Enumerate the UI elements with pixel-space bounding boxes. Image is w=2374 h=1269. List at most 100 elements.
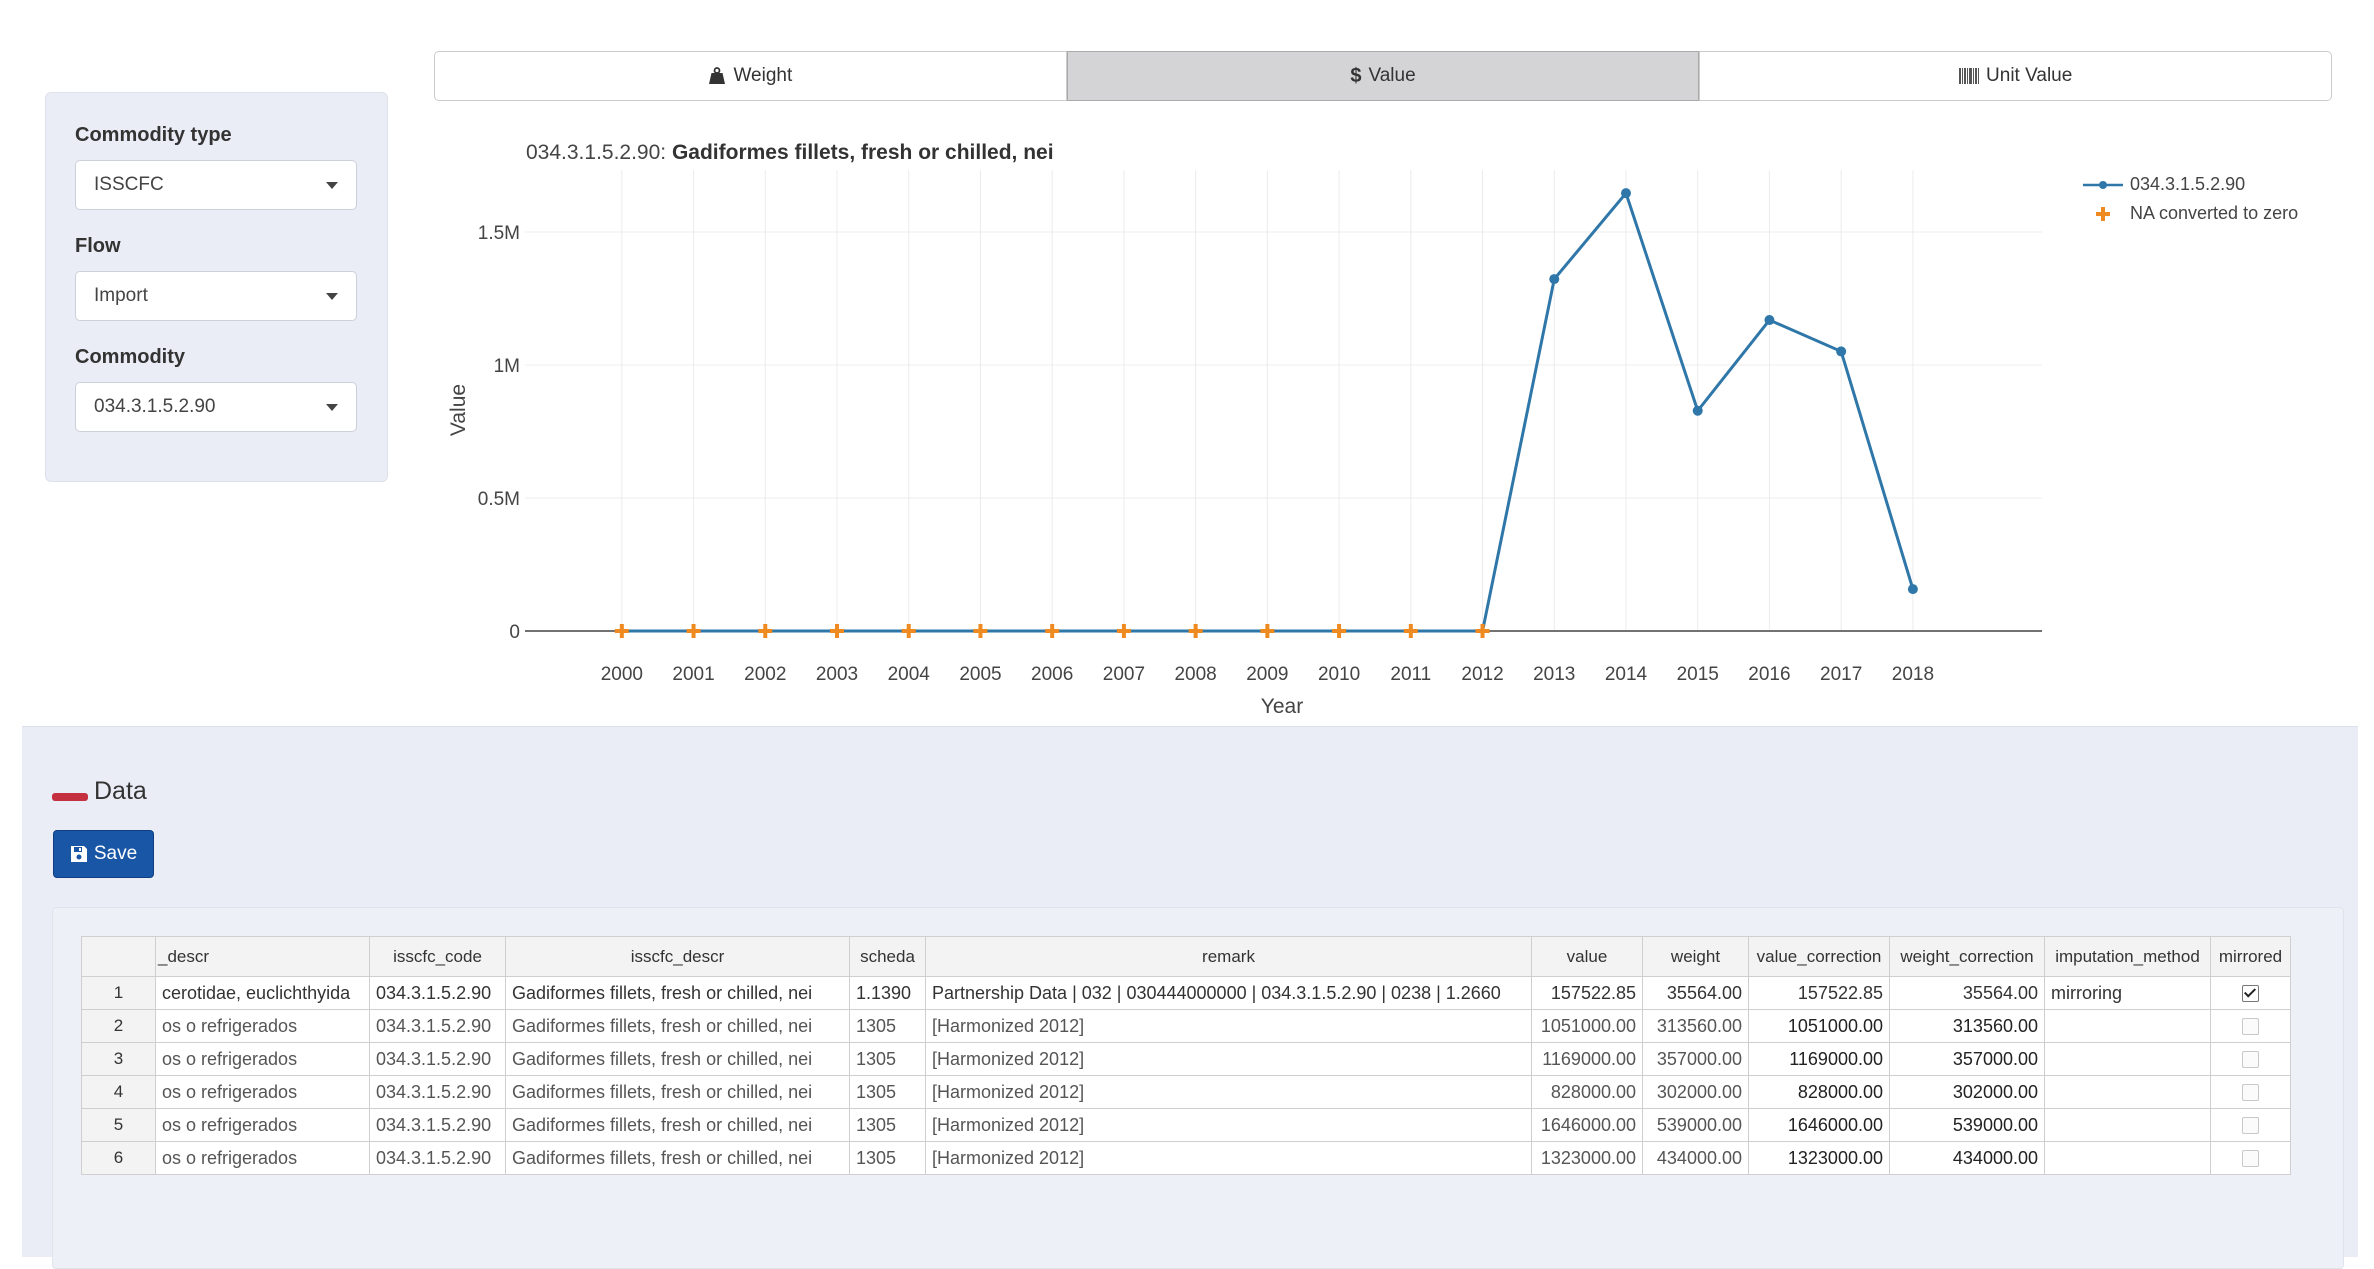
header-mirrored[interactable]: mirrored bbox=[2210, 936, 2291, 977]
header-value[interactable]: value bbox=[1531, 936, 1643, 977]
cell-isscfc-descr[interactable]: Gadiformes fillets, fresh or chilled, ne… bbox=[505, 1042, 850, 1076]
commodity-select[interactable]: 034.3.1.5.2.90 bbox=[75, 382, 357, 432]
mirrored-checkbox[interactable] bbox=[2242, 1084, 2259, 1102]
cell-weight-correction[interactable]: 313560.00 bbox=[1889, 1009, 2045, 1043]
cell-imputation-method[interactable] bbox=[2044, 1075, 2211, 1109]
tab-weight[interactable]: Weight bbox=[434, 51, 1067, 101]
cell-mirrored bbox=[2210, 976, 2291, 1010]
cell-value[interactable]: 1169000.00 bbox=[1531, 1042, 1643, 1076]
cell-value[interactable]: 1646000.00 bbox=[1531, 1108, 1643, 1142]
cell-isscfc-code[interactable]: 034.3.1.5.2.90 bbox=[369, 1141, 506, 1175]
cell-remark[interactable]: [Harmonized 2012] bbox=[925, 1042, 1532, 1076]
cell-isscfc-descr[interactable]: Gadiformes fillets, fresh or chilled, ne… bbox=[505, 1108, 850, 1142]
cell-isscfc-code[interactable]: 034.3.1.5.2.90 bbox=[369, 976, 506, 1010]
header-scheda[interactable]: scheda bbox=[849, 936, 926, 977]
cell-remark[interactable]: [Harmonized 2012] bbox=[925, 1009, 1532, 1043]
cell-value[interactable]: 157522.85 bbox=[1531, 976, 1643, 1010]
header-isscfc-descr[interactable]: isscfc_descr bbox=[505, 936, 850, 977]
header-remark[interactable]: remark bbox=[925, 936, 1532, 977]
cell-isscfc-descr[interactable]: Gadiformes fillets, fresh or chilled, ne… bbox=[505, 1075, 850, 1109]
cell-descr[interactable]: os o refrigerados bbox=[155, 1108, 370, 1142]
x-tick-label: 2009 bbox=[1246, 664, 1288, 685]
cell-weight[interactable]: 35564.00 bbox=[1642, 976, 1749, 1010]
cell-imputation-method[interactable] bbox=[2044, 1042, 2211, 1076]
cell-isscfc-descr[interactable]: Gadiformes fillets, fresh or chilled, ne… bbox=[505, 976, 850, 1010]
header-weight-correction[interactable]: weight_correction bbox=[1889, 936, 2045, 977]
legend-cross-icon bbox=[2096, 206, 2110, 221]
cell-isscfc-code[interactable]: 034.3.1.5.2.90 bbox=[369, 1075, 506, 1109]
cell-isscfc-code[interactable]: 034.3.1.5.2.90 bbox=[369, 1042, 506, 1076]
barcode-icon bbox=[1959, 68, 1980, 84]
cell-remark[interactable]: Partnership Data | 032 | 030444000000 | … bbox=[925, 976, 1532, 1010]
flow-select[interactable]: Import bbox=[75, 271, 357, 321]
cell-scheda[interactable]: 1305 bbox=[849, 1075, 926, 1109]
table-row[interactable]: 2 os o refrigerados 034.3.1.5.2.90 Gadiform… bbox=[81, 1009, 2291, 1043]
commodity-type-select[interactable]: ISSCFC bbox=[75, 160, 357, 210]
cell-scheda[interactable]: 1.1390 bbox=[849, 976, 926, 1010]
cell-descr[interactable]: os o refrigerados bbox=[155, 1141, 370, 1175]
cell-scheda[interactable]: 1305 bbox=[849, 1042, 926, 1076]
header-isscfc-code[interactable]: isscfc_code bbox=[369, 936, 506, 977]
cell-weight-correction[interactable]: 302000.00 bbox=[1889, 1075, 2045, 1109]
cell-descr[interactable]: os o refrigerados bbox=[155, 1009, 370, 1043]
cell-weight-correction[interactable]: 539000.00 bbox=[1889, 1108, 2045, 1142]
cell-isscfc-descr[interactable]: Gadiformes fillets, fresh or chilled, ne… bbox=[505, 1009, 850, 1043]
tab-unit-value[interactable]: Unit Value bbox=[1699, 51, 2333, 101]
table-row[interactable]: 6 os o refrigerados 034.3.1.5.2.90 Gadiform… bbox=[81, 1141, 2291, 1175]
table-row[interactable]: 5 os o refrigerados 034.3.1.5.2.90 Gadiform… bbox=[81, 1108, 2291, 1142]
cell-value-correction[interactable]: 1323000.00 bbox=[1748, 1141, 1890, 1175]
mirrored-checkbox[interactable] bbox=[2242, 1051, 2259, 1069]
mirrored-checkbox[interactable] bbox=[2242, 1018, 2259, 1036]
cell-imputation-method[interactable]: mirroring bbox=[2044, 976, 2211, 1010]
save-button[interactable]: Save bbox=[53, 830, 154, 878]
header-value-correction[interactable]: value_correction bbox=[1748, 936, 1890, 977]
tab-value[interactable]: $ Value bbox=[1066, 51, 1700, 101]
cell-value-correction[interactable]: 1169000.00 bbox=[1748, 1042, 1890, 1076]
legend-item-na[interactable]: NA converted to zero bbox=[2078, 199, 2298, 228]
cell-isscfc-code[interactable]: 034.3.1.5.2.90 bbox=[369, 1108, 506, 1142]
cell-scheda[interactable]: 1305 bbox=[849, 1009, 926, 1043]
header-weight[interactable]: weight bbox=[1642, 936, 1749, 977]
cell-weight-correction[interactable]: 434000.00 bbox=[1889, 1141, 2045, 1175]
mirrored-checkbox[interactable] bbox=[2242, 1150, 2259, 1168]
cell-weight-correction[interactable]: 35564.00 bbox=[1889, 976, 2045, 1010]
cell-descr[interactable]: cerotidae, euclichthyida bbox=[155, 976, 370, 1010]
save-label: Save bbox=[93, 843, 138, 864]
table-row[interactable]: 4 os o refrigerados 034.3.1.5.2.90 Gadiform… bbox=[81, 1075, 2291, 1109]
cell-weight[interactable]: 539000.00 bbox=[1642, 1108, 1749, 1142]
cell-weight[interactable]: 357000.00 bbox=[1642, 1042, 1749, 1076]
mirrored-checkbox[interactable] bbox=[2242, 1117, 2259, 1135]
cell-remark[interactable]: [Harmonized 2012] bbox=[925, 1141, 1532, 1175]
cell-descr[interactable]: os o refrigerados bbox=[155, 1075, 370, 1109]
mirrored-checkbox[interactable] bbox=[2242, 985, 2259, 1003]
cell-isscfc-descr[interactable]: Gadiformes fillets, fresh or chilled, ne… bbox=[505, 1141, 850, 1175]
na-marker bbox=[1332, 624, 1347, 638]
cell-remark[interactable]: [Harmonized 2012] bbox=[925, 1075, 1532, 1109]
cell-value-correction[interactable]: 1051000.00 bbox=[1748, 1009, 1890, 1043]
cell-weight-correction[interactable]: 357000.00 bbox=[1889, 1042, 2045, 1076]
cell-value-correction[interactable]: 828000.00 bbox=[1748, 1075, 1890, 1109]
cell-weight[interactable]: 313560.00 bbox=[1642, 1009, 1749, 1043]
cell-descr[interactable]: os o refrigerados bbox=[155, 1042, 370, 1076]
cell-weight[interactable]: 434000.00 bbox=[1642, 1141, 1749, 1175]
cell-value[interactable]: 1323000.00 bbox=[1531, 1141, 1643, 1175]
cell-imputation-method[interactable] bbox=[2044, 1108, 2211, 1142]
table-row[interactable]: 3 os o refrigerados 034.3.1.5.2.90 Gadiform… bbox=[81, 1042, 2291, 1076]
legend-item-series[interactable]: 034.3.1.5.2.90 bbox=[2078, 170, 2298, 199]
cell-scheda[interactable]: 1305 bbox=[849, 1141, 926, 1175]
cell-value-correction[interactable]: 1646000.00 bbox=[1748, 1108, 1890, 1142]
collapse-bar-icon[interactable] bbox=[52, 792, 88, 801]
cell-weight[interactable]: 302000.00 bbox=[1642, 1075, 1749, 1109]
table-row[interactable]: 1 cerotidae, euclichthyida 034.3.1.5.2.90 G… bbox=[81, 976, 2291, 1010]
cell-value-correction[interactable]: 157522.85 bbox=[1748, 976, 1890, 1010]
cell-isscfc-code[interactable]: 034.3.1.5.2.90 bbox=[369, 1009, 506, 1043]
na-marker bbox=[1045, 624, 1060, 638]
cell-value[interactable]: 1051000.00 bbox=[1531, 1009, 1643, 1043]
cell-imputation-method[interactable] bbox=[2044, 1009, 2211, 1043]
header-descr[interactable]: _descr bbox=[155, 936, 370, 977]
cell-value[interactable]: 828000.00 bbox=[1531, 1075, 1643, 1109]
cell-scheda[interactable]: 1305 bbox=[849, 1108, 926, 1142]
cell-remark[interactable]: [Harmonized 2012] bbox=[925, 1108, 1532, 1142]
header-imputation-method[interactable]: imputation_method bbox=[2044, 936, 2211, 977]
cell-imputation-method[interactable] bbox=[2044, 1141, 2211, 1175]
